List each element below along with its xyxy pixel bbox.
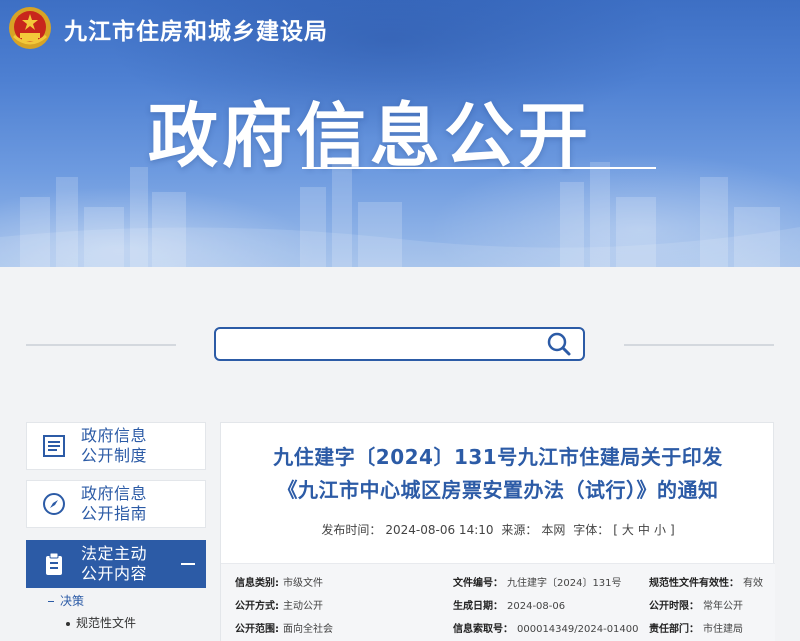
search-divider-right	[624, 344, 774, 346]
dash-icon	[48, 601, 54, 602]
info-file-number: 文件编号： 九住建字〔2024〕131号	[453, 578, 622, 589]
sub-item-label: 决策	[60, 594, 85, 608]
search-divider-left	[26, 344, 176, 346]
source-label: 来源：	[501, 523, 538, 537]
info-disclosure-scope: 公开范围: 面向全社会	[235, 624, 333, 635]
banner-underline	[302, 167, 656, 169]
info-index-number: 信息索取号： 000014349/2024-01400	[453, 624, 639, 635]
sidebar-item-label: 法定主动 公开内容	[81, 544, 148, 583]
font-small-button[interactable]: 小	[654, 523, 666, 537]
document-list-icon	[43, 435, 65, 457]
search-button[interactable]	[544, 331, 574, 357]
info-disclosure-method: 公开方式: 主动公开	[235, 601, 323, 612]
sidebar-item-label: 政府信息 公开指南	[81, 484, 148, 523]
publish-time-label: 发布时间：	[321, 523, 382, 537]
article-title-line-2: 《九江市中心城区房票安置办法（试行）》的通知	[277, 478, 719, 502]
info-category: 信息类别: 市级文件	[235, 578, 323, 589]
info-validity: 规范性文件有效性： 有效	[649, 578, 763, 589]
sidebar-item-statutory-content[interactable]: 法定主动 公开内容	[26, 540, 206, 588]
sidebar-icon-wrap	[27, 423, 81, 469]
article-title: 九住建字〔2024〕131号九江市住建局关于印发 《九江市中心城区房票安置办法（…	[221, 441, 775, 507]
clipboard-icon	[46, 552, 62, 575]
sidebar-icon-wrap	[27, 481, 81, 527]
font-size-label: 字体：	[573, 523, 610, 537]
sidebar-item-disclosure-guide[interactable]: 政府信息 公开指南	[26, 480, 206, 528]
info-disclosure-period: 公开时限： 常年公开	[649, 601, 743, 612]
sidebar-sub-list: 决策 规范性文件	[26, 590, 206, 634]
info-generation-date: 生成日期： 2024-08-06	[453, 601, 566, 612]
sidebar-item-label: 政府信息 公开制度	[81, 426, 148, 465]
banner-title: 政府信息公开	[148, 95, 592, 177]
document-info-table: 信息类别: 市级文件 文件编号： 九住建字〔2024〕131号 规范性文件有效性：有…	[221, 563, 775, 641]
search-icon	[547, 332, 571, 356]
article-title-line-1: 九住建字〔2024〕131号九江市住建局关于印发	[273, 445, 723, 469]
header-banner: 九江市住房和城乡建设局 政府信息公开	[0, 0, 800, 267]
font-large-button[interactable]: 大	[622, 523, 634, 537]
search-input[interactable]	[226, 333, 536, 355]
collapse-minus-icon[interactable]	[181, 563, 195, 565]
compass-icon	[43, 493, 65, 515]
article-card: 九住建字〔2024〕131号九江市住建局关于印发 《九江市中心城区房票安置办法（…	[220, 422, 775, 641]
sub-item-label: 规范性文件	[76, 616, 137, 630]
font-bracket-close: ]	[669, 523, 675, 537]
publish-time-value: 2024-08-06 14:10	[385, 523, 494, 537]
sidebar-item-disclosure-system[interactable]: 政府信息 公开制度	[26, 422, 206, 470]
sidebar-icon-wrap	[27, 541, 81, 587]
source-value: 本网	[541, 523, 566, 537]
info-responsible-dept: 责任部门： 市住建局	[649, 624, 743, 635]
bullet-icon	[66, 621, 70, 626]
search-bar	[214, 327, 585, 361]
sidebar-sub-item-normative-docs[interactable]: 规范性文件	[26, 612, 206, 634]
site-name[interactable]: 九江市住房和城乡建设局	[64, 12, 328, 46]
article-meta: 发布时间： 2024-08-06 14:10 来源： 本网 字体：[ 大中小]	[221, 521, 775, 538]
font-bracket-open: [	[613, 523, 618, 537]
sidebar-sub-item-decision[interactable]: 决策	[26, 590, 206, 612]
national-emblem-logo	[9, 7, 51, 49]
font-medium-button[interactable]: 中	[638, 523, 650, 537]
